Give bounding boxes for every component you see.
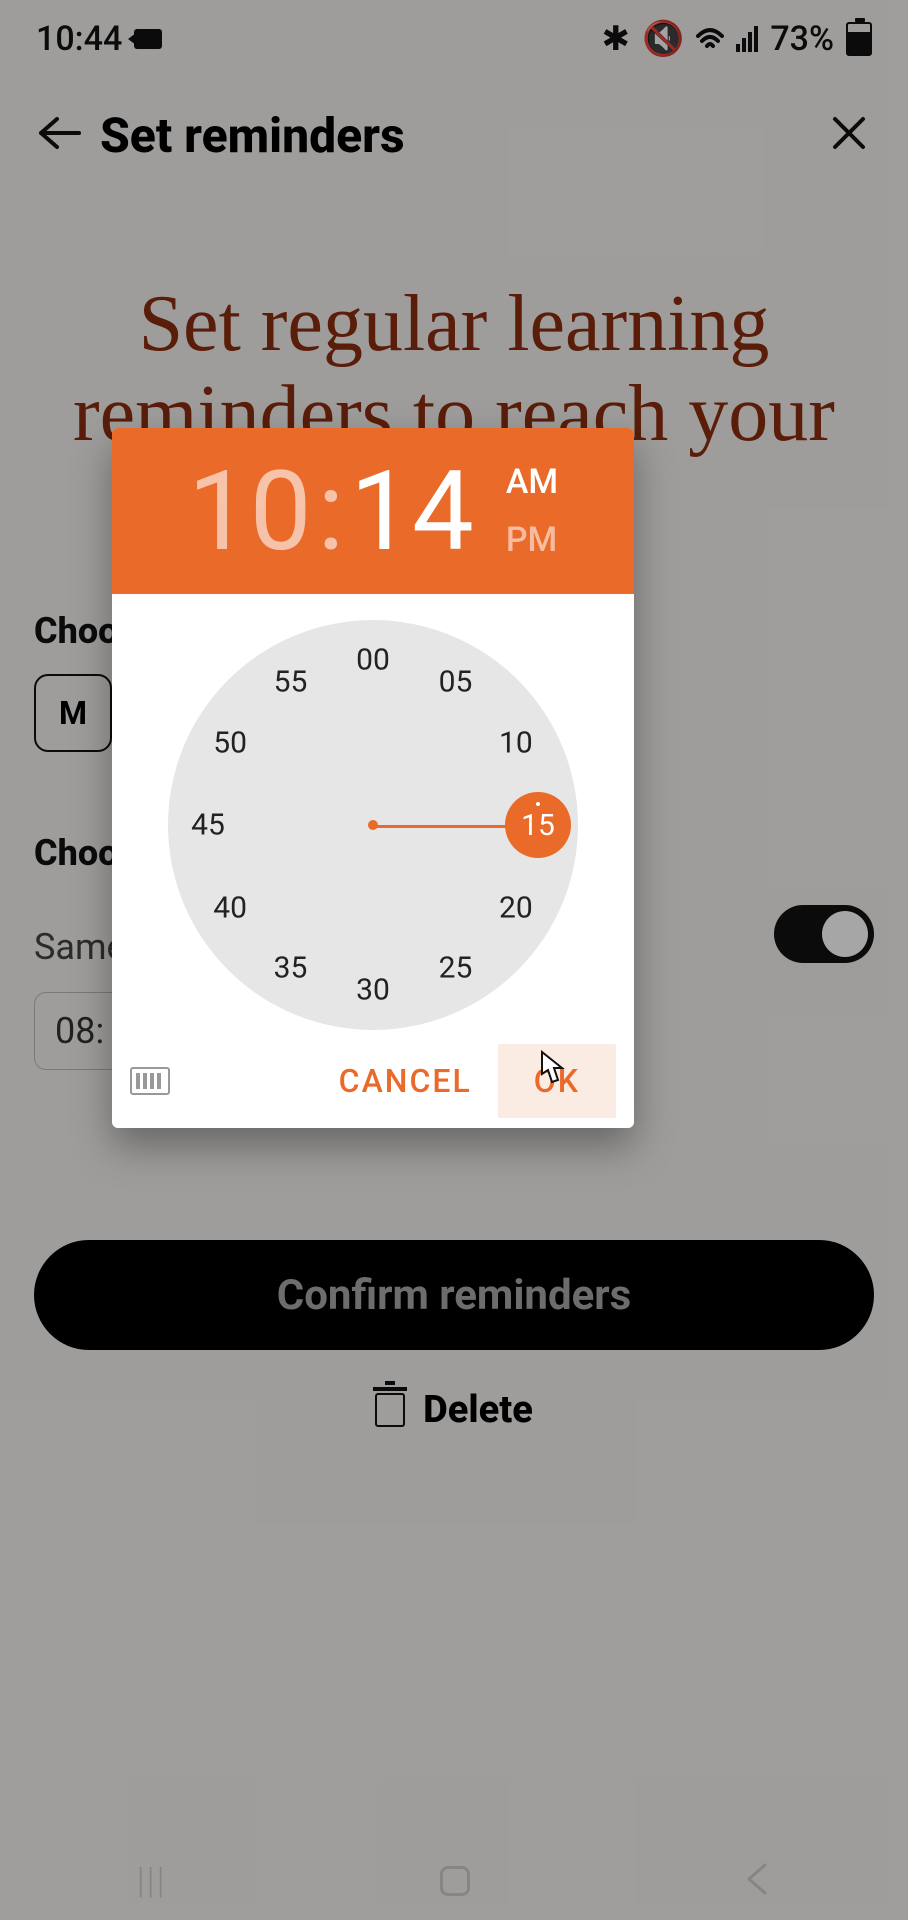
minute-tick-00[interactable]: 00 — [348, 643, 398, 678]
clock-knob[interactable]: 15 — [505, 792, 571, 858]
cancel-button[interactable]: CANCEL — [313, 1050, 498, 1112]
cursor-icon — [532, 1050, 566, 1100]
hour-value[interactable]: 10 — [188, 447, 312, 576]
minute-tick-40[interactable]: 40 — [205, 890, 255, 925]
time-header: 10 : 14 AM PM — [112, 428, 634, 594]
time-picker-dialog: 10 : 14 AM PM 00051015202530354045505515… — [112, 428, 634, 1128]
ok-button[interactable]: OK — [498, 1044, 616, 1118]
minute-tick-10[interactable]: 10 — [491, 725, 541, 760]
minute-tick-35[interactable]: 35 — [266, 950, 316, 985]
minute-tick-20[interactable]: 20 — [491, 890, 541, 925]
clock-face[interactable]: 00051015202530354045505515 — [168, 620, 578, 1030]
minute-tick-30[interactable]: 30 — [348, 973, 398, 1008]
am-button[interactable]: AM — [506, 462, 558, 502]
minute-tick-05[interactable]: 05 — [431, 665, 481, 700]
keyboard-icon[interactable] — [130, 1067, 170, 1095]
minute-tick-55[interactable]: 55 — [266, 665, 316, 700]
minute-tick-25[interactable]: 25 — [431, 950, 481, 985]
pm-button[interactable]: PM — [506, 520, 558, 560]
clock-hand — [373, 825, 508, 828]
minute-tick-45[interactable]: 45 — [183, 808, 233, 843]
dialog-actions: CANCEL OK — [112, 1040, 634, 1128]
screen: 10:44 ✱ 🔇 73% Set reminders Set regular … — [0, 0, 908, 1920]
minute-tick-50[interactable]: 50 — [205, 725, 255, 760]
minute-value[interactable]: 14 — [350, 447, 474, 576]
